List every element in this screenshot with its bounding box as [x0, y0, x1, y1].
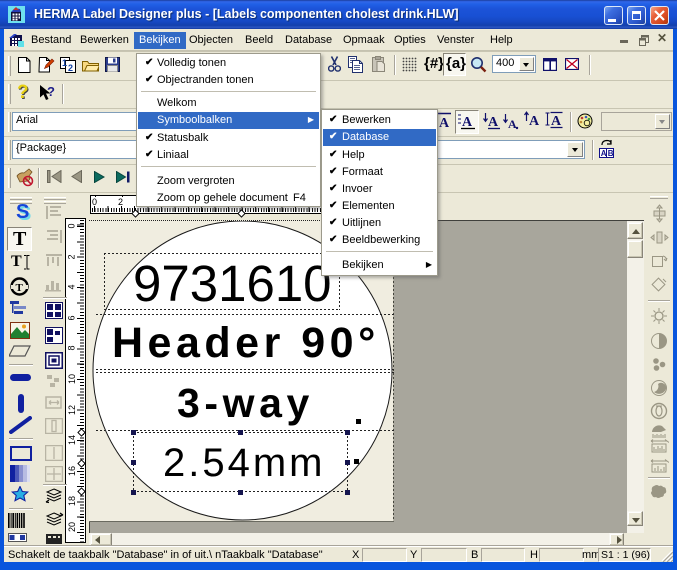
svg-text:A: A: [508, 117, 517, 131]
svg-text:?: ?: [47, 84, 55, 99]
svg-text:T: T: [16, 282, 24, 294]
svg-text:A: A: [601, 149, 607, 158]
svg-text:B: B: [608, 149, 614, 158]
svg-text:2: 2: [68, 63, 73, 73]
svg-text:A: A: [551, 114, 562, 129]
svg-text:A: A: [488, 115, 499, 130]
svg-text:A: A: [439, 116, 450, 131]
svg-text:A: A: [529, 114, 540, 129]
svg-text:A: A: [462, 115, 473, 130]
svg-text:1: 1: [62, 58, 67, 68]
